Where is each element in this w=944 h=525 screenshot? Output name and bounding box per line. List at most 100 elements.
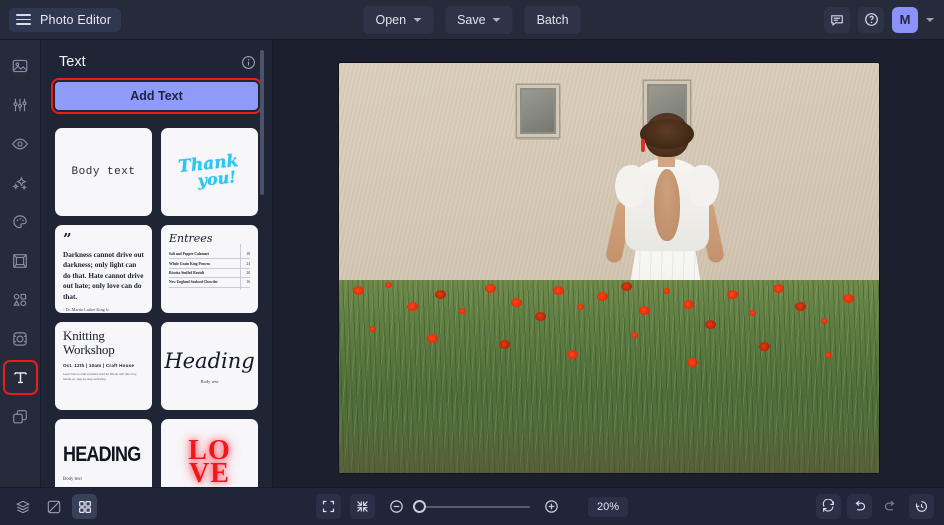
reset-button[interactable] — [816, 494, 841, 519]
save-button[interactable]: Save — [445, 6, 513, 34]
heading-script-title: Heading — [164, 349, 254, 373]
photo-poppy-field — [339, 280, 879, 473]
text-panel: Text Add Text Body text Than — [41, 40, 273, 487]
fit-screen-button[interactable] — [316, 494, 341, 519]
list-item[interactable]: Body text — [55, 128, 152, 216]
text-template-grid: Body text Thank you! ” Darkness cannot d… — [55, 128, 258, 487]
zoom-slider[interactable] — [418, 506, 530, 508]
zoom-in-icon — [543, 498, 560, 515]
list-item[interactable]: ” Darkness cannot drive out darkness; on… — [55, 225, 152, 313]
redo-icon — [883, 499, 898, 514]
event-title-line1: Knitting — [63, 329, 105, 343]
thank-you-line2: you! — [194, 169, 242, 189]
chevron-down-icon — [413, 18, 421, 22]
open-button[interactable]: Open — [363, 6, 433, 34]
sidebar-item-adjustments[interactable] — [7, 91, 34, 118]
zoom-out-button[interactable] — [384, 494, 409, 519]
sparkles-icon — [11, 174, 29, 192]
help-circle-icon — [864, 12, 879, 27]
sidebar-item-layers[interactable] — [7, 403, 34, 430]
bottom-toolbar: 20% — [0, 487, 944, 525]
zoom-controls-group: 20% — [316, 494, 628, 519]
canvas-area — [273, 40, 944, 487]
menu-row: Ricotta Stuffed Ravioli 20 — [169, 269, 250, 278]
add-text-wrap: Add Text — [41, 78, 272, 120]
sidebar-item-eye[interactable] — [7, 130, 34, 157]
app-title: Photo Editor — [40, 13, 111, 27]
menu-row: Whole Grain King Prawns 24 — [169, 259, 250, 268]
history-controls-group — [816, 494, 934, 519]
menu-item-name: New England Seafood Chowder — [169, 280, 218, 284]
undo-icon — [852, 499, 867, 514]
layers-icon — [11, 408, 29, 426]
menu-item-price: 24 — [246, 262, 250, 266]
compare-button[interactable] — [41, 494, 66, 519]
info-icon[interactable] — [241, 55, 256, 70]
chevron-down-icon[interactable] — [926, 18, 934, 22]
canvas-stage[interactable] — [273, 40, 944, 487]
batch-button-label: Batch — [537, 13, 569, 27]
panel-scrollbar-thumb[interactable] — [260, 50, 264, 195]
chevron-down-icon — [493, 18, 501, 22]
redo-button[interactable] — [878, 494, 903, 519]
menu-item-price: 20 — [246, 271, 250, 275]
add-text-button[interactable]: Add Text — [55, 82, 258, 110]
sidebar-item-crop[interactable] — [7, 325, 34, 352]
menu-item-name: Whole Grain King Prawns — [169, 262, 210, 266]
sidebar-item-shapes[interactable] — [7, 286, 34, 313]
quote-mark-icon: ” — [63, 232, 72, 247]
hamburger-icon[interactable] — [16, 14, 31, 25]
history-button[interactable] — [909, 494, 934, 519]
eye-icon — [11, 135, 29, 153]
transform-icon — [11, 330, 29, 348]
heading-bold-subtitle: Body text — [63, 477, 82, 482]
event-subtitle: Oct. 12th | 10am | Craft House — [63, 363, 134, 368]
collapse-button[interactable] — [350, 494, 375, 519]
sidebar-item-image[interactable] — [7, 52, 34, 79]
menu-item-name: Ricotta Stuffed Ravioli — [169, 271, 204, 275]
avatar[interactable]: M — [892, 7, 918, 33]
account-actions-group: M — [824, 7, 934, 33]
menu-row: Salt and Pepper Calamari 18 — [169, 250, 250, 259]
sidebar-item-retouch[interactable] — [7, 208, 34, 235]
save-button-label: Save — [457, 13, 486, 27]
sidebar-item-text[interactable] — [7, 364, 34, 391]
zoom-level-value[interactable]: 20% — [588, 497, 628, 517]
panel-scrollbar-track[interactable] — [264, 44, 268, 483]
list-item[interactable]: HEADING Body text — [55, 419, 152, 487]
list-item[interactable]: Entrees Salt and Pepper Calamari 18 Whol… — [161, 225, 258, 313]
grid-view-button[interactable] — [72, 494, 97, 519]
help-button[interactable] — [858, 7, 884, 33]
app-menu-button[interactable]: Photo Editor — [9, 8, 121, 32]
layers-stack-icon — [15, 499, 31, 515]
panel-title: Text — [59, 54, 86, 70]
list-item[interactable]: LO VE — [161, 419, 258, 487]
list-item[interactable]: Knitting Workshop Oct. 12th | 10am | Cra… — [55, 322, 152, 410]
shapes-icon — [11, 291, 29, 309]
comment-button[interactable] — [824, 7, 850, 33]
compare-icon — [46, 499, 62, 515]
layers-button[interactable] — [10, 494, 35, 519]
sidebar-item-frame[interactable] — [7, 247, 34, 274]
neon-love-template: LO VE — [188, 440, 230, 486]
top-toolbar: Photo Editor Open Save Batch — [0, 0, 944, 40]
menu-row: New England Seafood Chowder 16 — [169, 278, 250, 287]
zoom-slider-track[interactable] — [418, 506, 530, 508]
quote-attribution: - Dr. Martin Luther King Jr. — [63, 307, 110, 312]
zoom-slider-knob[interactable] — [413, 500, 426, 513]
view-mode-group — [10, 494, 97, 519]
photo-window-left — [517, 85, 559, 137]
batch-button[interactable]: Batch — [525, 6, 581, 34]
text-template-list[interactable]: Body text Thank you! ” Darkness cannot d… — [41, 120, 272, 487]
heading-script-subtitle: Body text — [164, 379, 254, 384]
edited-photo[interactable] — [339, 63, 879, 473]
list-item[interactable]: Heading Body text — [161, 322, 258, 410]
image-icon — [11, 57, 29, 75]
sliders-icon — [11, 96, 29, 114]
event-body: Learn how to craft a knitted scarf for W… — [63, 372, 144, 381]
undo-button[interactable] — [847, 494, 872, 519]
zoom-in-button[interactable] — [539, 494, 564, 519]
list-item[interactable]: Thank you! — [161, 128, 258, 216]
sidebar-item-effects[interactable] — [7, 169, 34, 196]
love-line2: VE — [188, 463, 230, 486]
